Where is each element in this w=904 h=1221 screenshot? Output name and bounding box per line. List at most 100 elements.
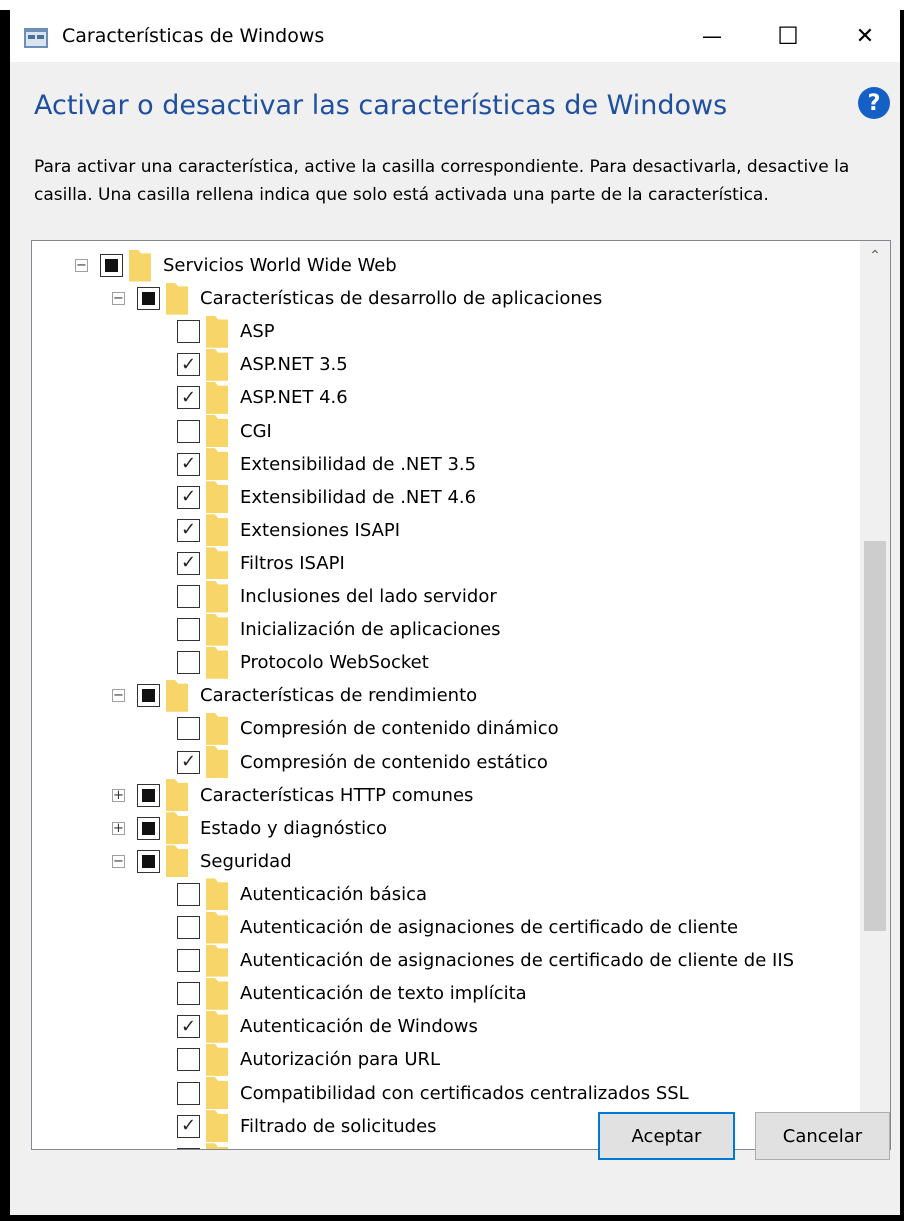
tree-item-label: Compresión de contenido estático <box>240 751 548 773</box>
tree-item[interactable]: Filtrado de solicitudes <box>177 1110 437 1143</box>
collapse-icon[interactable]: − <box>112 689 125 703</box>
feature-checkbox[interactable] <box>137 816 160 840</box>
close-icon: ✕ <box>855 23 875 49</box>
tree-item-label: ASP.NET 4.6 <box>240 387 348 409</box>
tree-item[interactable]: ASP.NET 3.5 <box>177 348 348 381</box>
feature-checkbox[interactable] <box>177 618 200 642</box>
tree-item-label: Características de rendimiento <box>200 685 478 707</box>
tree-item-label: CGI <box>240 420 272 442</box>
feature-checkbox[interactable] <box>177 949 200 973</box>
ok-button[interactable]: Aceptar <box>598 1112 735 1160</box>
tree-item-label: Seguridad <box>200 850 292 872</box>
tree-item-label: Extensibilidad de .NET 3.5 <box>240 453 477 475</box>
feature-checkbox[interactable] <box>177 551 200 575</box>
tree-item[interactable]: Autenticación básica <box>177 878 427 911</box>
tree-item[interactable]: Autenticación de asignaciones de certifi… <box>177 911 738 944</box>
feature-checkbox[interactable] <box>177 1114 200 1138</box>
tree-item[interactable]: Compatibilidad con certificados centrali… <box>177 1077 689 1110</box>
minimize-button[interactable]: — <box>677 10 747 62</box>
tree-item-label: Protocolo WebSocket <box>240 652 429 674</box>
tree-item[interactable]: Compresión de contenido dinámico <box>177 712 559 745</box>
scrollbar-thumb[interactable] <box>864 541 886 931</box>
feature-checkbox[interactable] <box>137 684 160 708</box>
tree-item-label: Autenticación básica <box>240 883 428 905</box>
feature-checkbox[interactable] <box>137 287 160 311</box>
folder-icon <box>206 944 228 977</box>
tree-item[interactable]: Autenticación de Windows <box>177 1010 478 1043</box>
tree-item[interactable]: CGI <box>177 415 272 448</box>
tree-item[interactable]: − Seguridad <box>112 845 292 878</box>
feature-checkbox[interactable] <box>177 1147 200 1149</box>
tree-item[interactable]: ASP.NET 4.6 <box>177 381 348 414</box>
collapse-icon[interactable]: − <box>75 259 88 272</box>
tree-item[interactable]: Filtros ISAPI <box>177 547 345 580</box>
feature-checkbox[interactable] <box>137 783 160 807</box>
tree-item[interactable]: Autenticación de asignaciones de certifi… <box>177 944 794 977</box>
feature-checkbox[interactable] <box>177 1015 200 1039</box>
tree-item[interactable]: Extensibilidad de .NET 4.6 <box>177 481 476 514</box>
tree-item[interactable]: + Estado y diagnóstico <box>112 812 387 845</box>
maximize-button[interactable]: ☐ <box>753 10 823 62</box>
folder-icon <box>206 481 228 514</box>
feature-checkbox[interactable] <box>177 1081 200 1105</box>
feature-checkbox[interactable] <box>177 982 200 1006</box>
tree-item[interactable]: Inclusiones del lado servidor <box>177 580 497 613</box>
feature-checkbox[interactable] <box>177 452 200 476</box>
tree-item[interactable] <box>177 1143 240 1149</box>
feature-checkbox[interactable] <box>177 485 200 509</box>
expand-icon[interactable]: + <box>112 788 125 802</box>
tree-item[interactable]: + Características HTTP comunes <box>112 779 473 812</box>
folder-icon <box>206 315 228 348</box>
tree-item[interactable]: ASP <box>177 315 275 348</box>
folder-icon <box>206 712 228 745</box>
windows-features-dialog: Características de Windows — ☐ ✕ Activar… <box>10 10 900 1215</box>
tree-item[interactable]: − Características de rendimiento <box>112 679 477 712</box>
folder-icon <box>206 613 228 646</box>
tree-item[interactable]: Extensiones ISAPI <box>177 514 400 547</box>
tree-item-label: Extensibilidad de .NET 4.6 <box>240 486 477 508</box>
folder-icon <box>206 348 228 381</box>
collapse-icon[interactable]: − <box>112 292 125 306</box>
tree-item[interactable]: Compresión de contenido estático <box>177 746 548 779</box>
feature-checkbox[interactable] <box>177 1048 200 1072</box>
close-button[interactable]: ✕ <box>830 10 900 62</box>
windows-features-app-icon <box>24 28 48 48</box>
tree-item-label: Inicialización de aplicaciones <box>240 619 501 641</box>
expand-icon[interactable]: + <box>112 821 125 835</box>
scroll-up-icon[interactable]: ⌃ <box>860 241 890 271</box>
tree-item-label: ASP.NET 3.5 <box>240 354 348 376</box>
feature-checkbox[interactable] <box>177 518 200 542</box>
feature-checkbox[interactable] <box>137 849 160 873</box>
feature-checkbox[interactable] <box>177 717 200 741</box>
folder-icon <box>129 249 151 282</box>
feature-checkbox[interactable] <box>177 386 200 410</box>
vertical-scrollbar[interactable]: ⌃ ⌄ <box>860 241 890 1149</box>
tree-item[interactable]: − Características de desarrollo de aplica… <box>112 282 602 315</box>
feature-checkbox[interactable] <box>177 353 200 377</box>
feature-checkbox[interactable] <box>177 750 200 774</box>
tree-item[interactable]: Extensibilidad de .NET 3.5 <box>177 448 476 481</box>
feature-checkbox[interactable] <box>177 916 200 939</box>
feature-checkbox[interactable] <box>100 254 123 277</box>
feature-checkbox[interactable] <box>177 320 200 344</box>
tree-item[interactable]: − Servicios World Wide Web <box>75 249 397 282</box>
feature-checkbox[interactable] <box>177 419 200 443</box>
feature-checkbox[interactable] <box>177 585 200 608</box>
help-icon[interactable]: ? <box>858 87 890 119</box>
folder-icon <box>166 679 188 712</box>
description-text: Para activar una característica, active … <box>34 157 850 205</box>
folder-icon <box>206 415 228 447</box>
tree-item[interactable]: Inicialización de aplicaciones <box>177 613 501 646</box>
collapse-icon[interactable]: − <box>112 854 125 868</box>
tree-item[interactable]: Protocolo WebSocket <box>177 646 429 679</box>
tree-item[interactable]: Autenticación de texto implícita <box>177 977 527 1010</box>
folder-icon <box>206 878 228 911</box>
feature-checkbox[interactable] <box>177 651 200 675</box>
feature-checkbox[interactable] <box>177 882 200 906</box>
cancel-button[interactable]: Cancelar <box>755 1112 890 1160</box>
folder-icon <box>206 547 228 580</box>
tree-item-label: Características HTTP comunes <box>200 784 474 806</box>
folder-icon <box>166 282 188 315</box>
folder-icon <box>206 448 228 481</box>
tree-item[interactable]: Autorización para URL <box>177 1043 440 1076</box>
